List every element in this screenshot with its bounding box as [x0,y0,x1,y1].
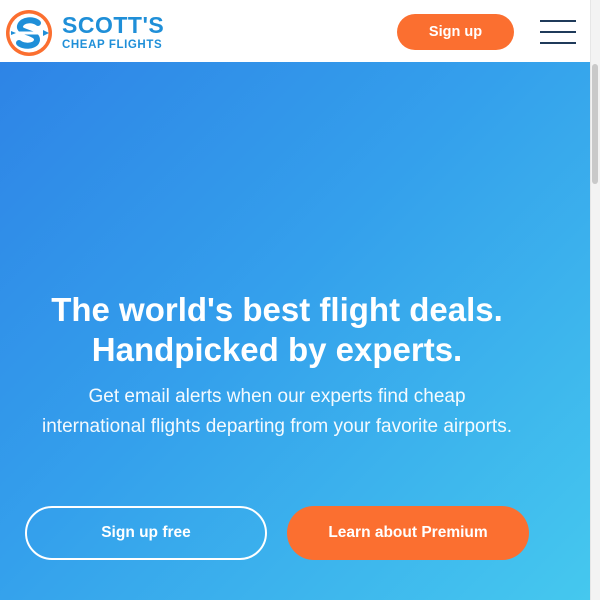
menu-bar [540,42,576,44]
hero-headline-line1: The world's best flight deals. [51,291,503,328]
hero-headline-line2: Handpicked by experts. [91,331,463,368]
logo-subtitle: CHEAP FLIGHTS [62,39,163,52]
hero-subtext: Get email alerts when our experts find c… [42,386,512,437]
hero-section: The world's best flight deals. Handpicke… [0,62,590,600]
hamburger-menu-icon[interactable] [540,20,576,44]
logo-text: SCOTT'S CHEAP FLIGHTS [62,14,164,52]
page: SCOTT'S CHEAP FLIGHTS Sign up The world'… [0,0,600,600]
site-logo[interactable]: SCOTT'S CHEAP FLIGHTS [5,9,164,57]
scrollbar-thumb[interactable] [592,64,598,184]
logo-title: SCOTT'S [62,12,165,39]
hero-headline: The world's best flight deals. Handpicke… [0,290,554,370]
menu-bar [540,20,576,22]
site-header: SCOTT'S CHEAP FLIGHTS Sign up [0,0,590,62]
menu-bar [540,31,576,33]
header-signup-button[interactable]: Sign up [397,14,514,50]
plane-s-logo-icon [6,10,52,56]
learn-premium-button[interactable]: Learn about Premium [287,506,529,560]
signup-free-button[interactable]: Sign up free [25,506,267,560]
